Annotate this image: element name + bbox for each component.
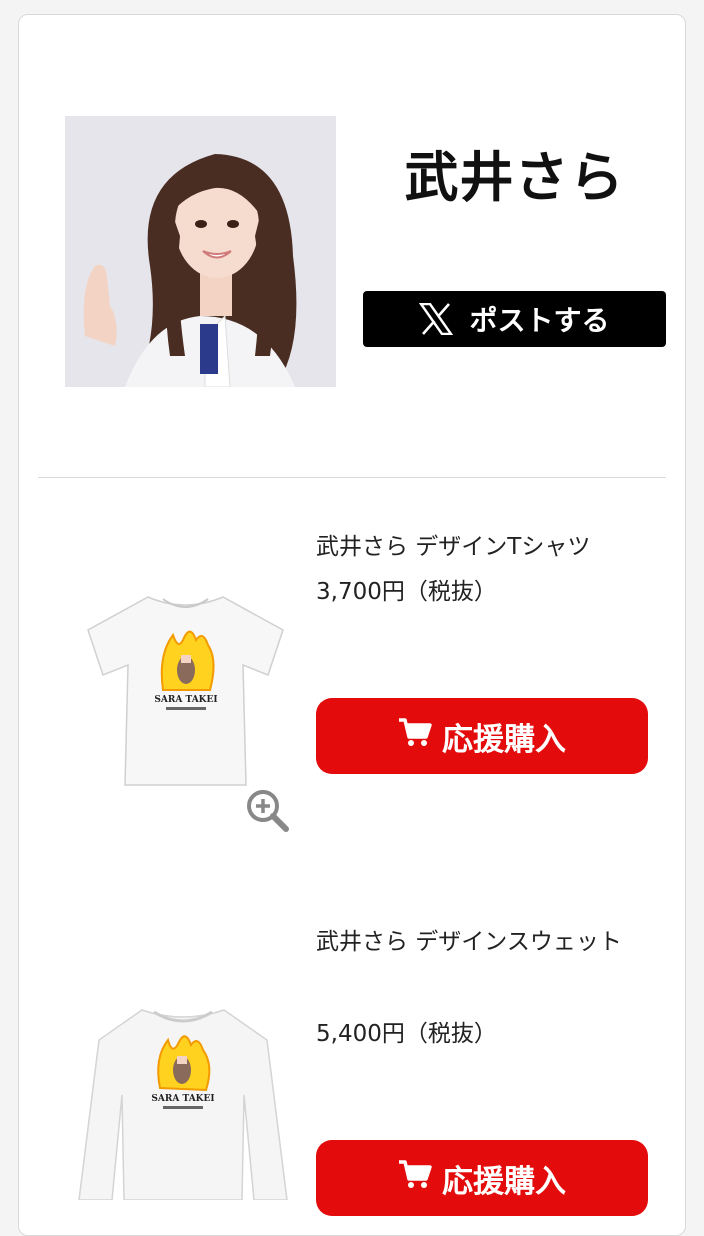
- buy-button-label: 応援購入: [442, 1163, 566, 1200]
- post-to-x-button[interactable]: ポストする: [363, 291, 666, 347]
- zoom-in-icon[interactable]: [244, 787, 290, 837]
- profile-photo: [65, 116, 336, 387]
- buy-button-sweatshirt[interactable]: 応援購入: [316, 1140, 648, 1216]
- product-price-tshirt: 3,700円（税抜）: [316, 579, 497, 605]
- cart-icon: [398, 717, 432, 755]
- product-title-sweatshirt[interactable]: 武井さら デザインスウェット: [316, 920, 656, 964]
- buy-button-tshirt[interactable]: 応援購入: [316, 698, 648, 774]
- sweatshirt-print-name: SARA TAKEI: [151, 1094, 214, 1104]
- product-title-tshirt[interactable]: 武井さら デザインTシャツ: [316, 525, 656, 569]
- profile-name: 武井さら: [404, 146, 625, 209]
- tshirt-print-name: SARA TAKEI: [154, 695, 217, 705]
- x-logo-icon: [419, 303, 454, 335]
- section-divider: [38, 477, 666, 478]
- product-image-sweatshirt[interactable]: SARA TAKEI: [72, 1000, 294, 1200]
- product-price-sweatshirt: 5,400円（税抜）: [316, 1021, 497, 1047]
- post-button-label: ポストする: [469, 304, 610, 337]
- buy-button-label: 応援購入: [442, 721, 566, 758]
- product-image-tshirt[interactable]: SARA TAKEI: [78, 585, 293, 795]
- cart-icon: [398, 1159, 432, 1197]
